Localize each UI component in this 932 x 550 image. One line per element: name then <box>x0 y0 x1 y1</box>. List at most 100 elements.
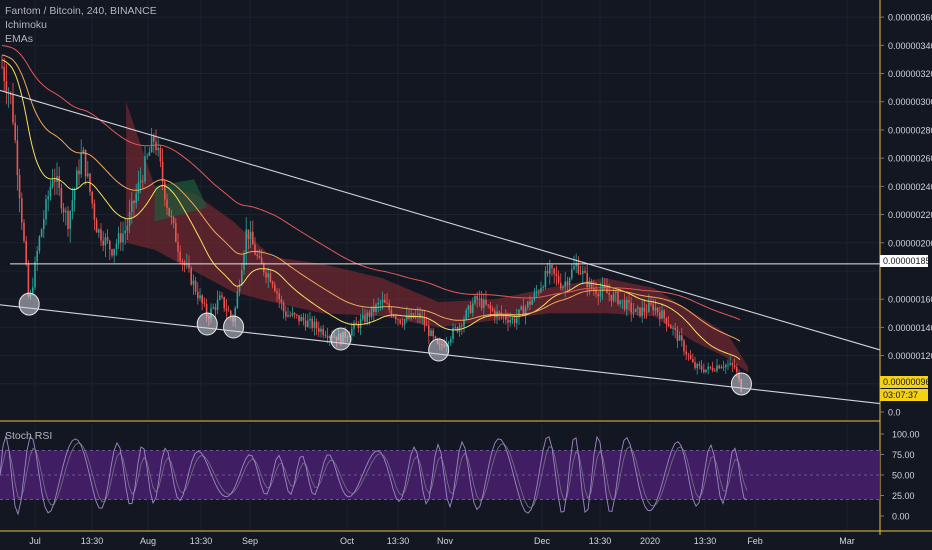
candle-body <box>302 317 305 321</box>
time-tick-label: Oct <box>340 536 355 546</box>
candle-body <box>650 303 652 305</box>
time-tick-label: Mar <box>839 536 855 546</box>
candle-body <box>221 295 223 298</box>
candle-body <box>608 293 610 295</box>
candle-body <box>298 315 300 322</box>
candle-body <box>267 273 269 278</box>
candle-body <box>201 295 203 304</box>
candle-body <box>487 304 489 306</box>
candle-body <box>529 301 531 305</box>
price-chart[interactable]: 0.00000360 0.00000340 0.00000320 0.00000300… <box>0 0 932 550</box>
legend-symbol[interactable]: Fantom / Bitcoin, 240, BINANCE <box>5 4 157 18</box>
candle-body <box>626 300 628 310</box>
candle-body <box>5 80 8 93</box>
candle-body <box>111 249 113 256</box>
candle-body <box>139 180 142 183</box>
candle-body <box>432 330 434 337</box>
candle-body <box>714 370 716 372</box>
candle-body <box>245 229 247 254</box>
candle-body <box>544 270 547 288</box>
candle-body <box>542 287 544 289</box>
candle-body <box>40 229 43 237</box>
candle-body <box>241 270 243 285</box>
candle-body <box>648 303 650 312</box>
candle-body <box>665 317 668 325</box>
candle-body <box>34 261 36 288</box>
candle-body <box>599 291 602 297</box>
candle-body <box>593 288 595 290</box>
rsi-tick-label: 75.00 <box>892 450 915 460</box>
price-tick-label: 0.00000260 <box>888 154 932 164</box>
candle-body <box>663 310 665 318</box>
candle-body <box>661 310 663 319</box>
candle-body <box>458 325 461 332</box>
touch-circle <box>18 292 40 316</box>
candle-body <box>313 321 316 329</box>
candle-body <box>485 299 487 305</box>
candle-body <box>362 315 364 320</box>
candle-body <box>49 186 52 197</box>
candle-body <box>225 308 228 311</box>
candle-body <box>736 367 738 373</box>
candle-body <box>652 304 654 311</box>
time-tick-label: Sep <box>242 536 258 546</box>
candle-body <box>659 312 661 319</box>
candle-body <box>674 327 676 330</box>
candle-body <box>21 198 23 223</box>
candle-body <box>434 336 437 339</box>
candle-body <box>450 338 452 343</box>
candle-body <box>729 363 731 365</box>
candle-body <box>423 317 426 326</box>
candle-body <box>3 66 5 81</box>
candle-body <box>271 281 274 285</box>
candle-body <box>117 233 120 244</box>
price-tick-label: 0.00000280 <box>888 125 932 135</box>
candle-body <box>166 199 168 208</box>
candle-body <box>23 222 25 242</box>
candle-body <box>553 268 555 274</box>
candle-body <box>133 200 135 204</box>
rsi-tick-label: 0.00 <box>892 512 910 522</box>
time-tick-label: Nov <box>437 536 454 546</box>
legend-emas[interactable]: EMAs <box>5 32 157 46</box>
candle-body <box>274 284 276 292</box>
candle-body <box>687 354 690 356</box>
candle-body <box>540 287 542 292</box>
candle-body <box>364 315 366 322</box>
candle-body <box>392 315 395 317</box>
candle-body <box>619 300 621 305</box>
candle-body <box>513 318 516 324</box>
rsi-legend[interactable]: Stoch RSI <box>5 430 52 442</box>
rsi-tick-label: 50.00 <box>892 471 915 481</box>
candle-body <box>190 268 192 285</box>
candle-body <box>43 219 45 230</box>
time-tick-label: 13:30 <box>81 536 104 546</box>
candle-body <box>694 362 696 369</box>
candle-body <box>465 310 467 320</box>
time-tick-label: Feb <box>747 536 763 546</box>
candle-body <box>181 261 184 263</box>
candle-body <box>296 314 298 316</box>
candle-body <box>731 363 734 366</box>
candle-body <box>199 295 201 299</box>
candle-body <box>527 301 529 308</box>
candle-body <box>307 320 309 327</box>
candle-body <box>65 210 67 213</box>
candle-body <box>612 293 615 301</box>
candle-body <box>91 191 93 204</box>
candle-body <box>573 266 575 270</box>
candle-body <box>260 257 263 264</box>
candle-body <box>177 242 179 252</box>
candle-body <box>643 307 646 312</box>
candle-body <box>351 328 353 336</box>
candle-body <box>179 251 181 262</box>
candle-body <box>311 318 313 329</box>
candle-body <box>212 307 214 309</box>
candle-body <box>146 155 148 157</box>
candle-body <box>32 287 34 294</box>
legend-ichimoku[interactable]: Ichimoku <box>5 18 157 32</box>
candle-body <box>73 189 76 201</box>
candle-body <box>384 299 386 303</box>
price-tick-label: 0.00000240 <box>888 182 932 192</box>
candle-body <box>62 208 65 213</box>
